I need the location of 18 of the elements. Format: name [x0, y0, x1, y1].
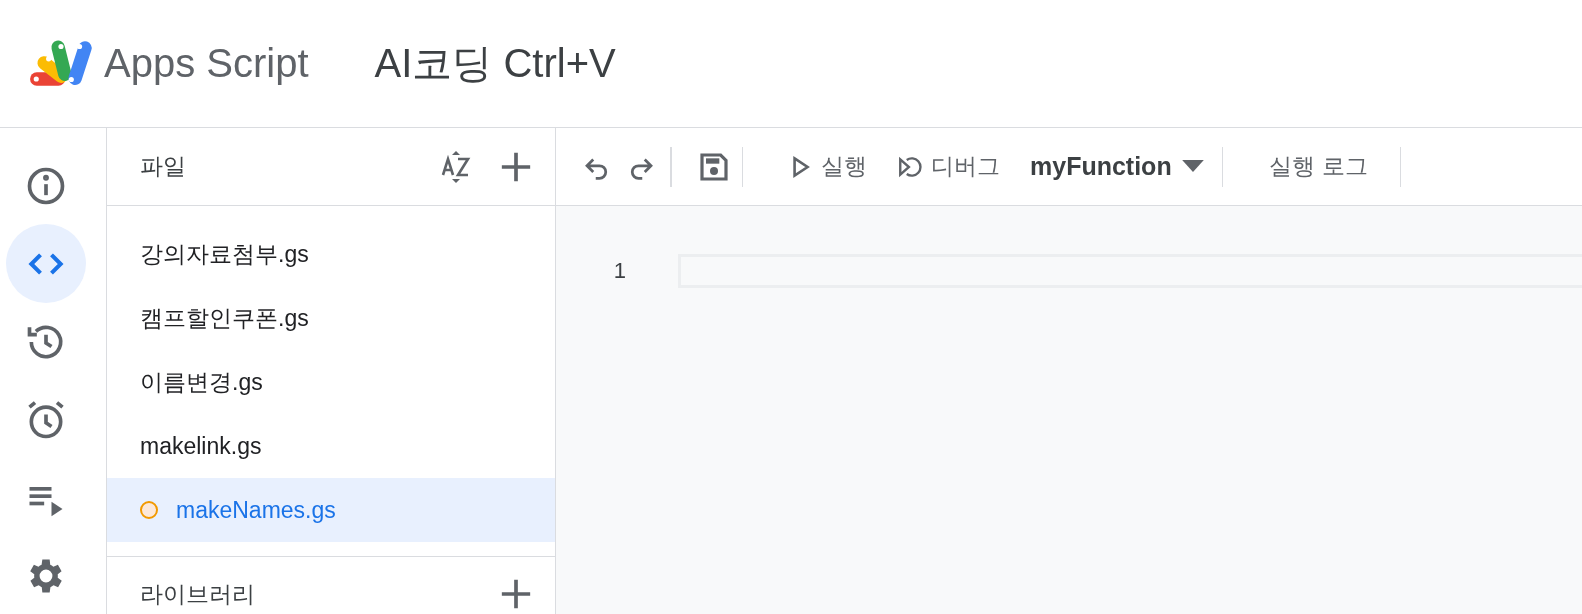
files-title: 파일: [140, 152, 187, 181]
caret-icon: [1181, 160, 1204, 173]
file-item[interactable]: makeNames.gs: [107, 478, 555, 542]
file-item[interactable]: makelink.gs: [107, 414, 555, 478]
file-item[interactable]: 이름변경.gs: [107, 350, 555, 414]
line-number: 1: [612, 258, 626, 284]
run-button[interactable]: 실행: [775, 143, 879, 190]
function-dropdown[interactable]: myFunction: [1018, 144, 1216, 189]
file-item[interactable]: 강의자료첨부.gs: [107, 222, 555, 286]
debug-button[interactable]: 디버그: [885, 143, 1012, 190]
libraries-title: 라이브러리: [140, 579, 256, 609]
add-library-icon[interactable]: [499, 577, 533, 611]
project-title[interactable]: AI코딩 Ctrl+V: [374, 36, 616, 91]
save-icon[interactable]: [697, 150, 730, 183]
execution-log-button[interactable]: 실행 로그: [1257, 143, 1380, 190]
file-item[interactable]: 캠프할인쿠폰.gs: [107, 286, 555, 350]
product-name: Apps Script: [104, 41, 309, 86]
sort-icon[interactable]: [441, 148, 471, 185]
